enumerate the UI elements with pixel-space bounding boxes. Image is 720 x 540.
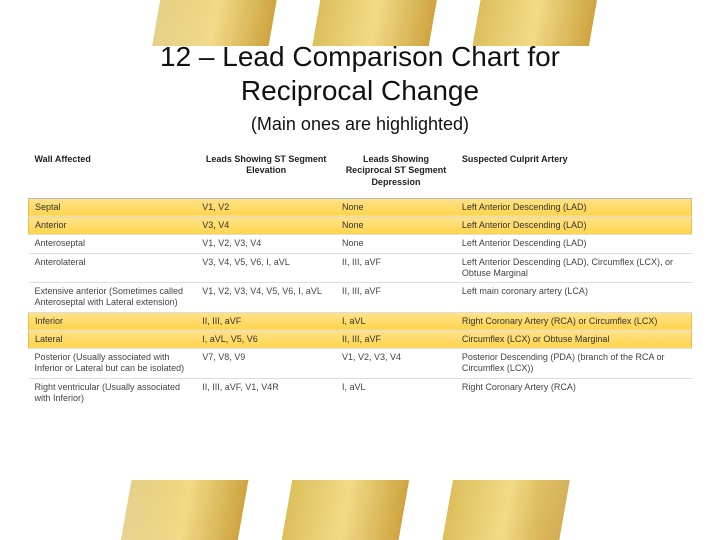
table-row: InferiorII, III, aVFI, aVLRight Coronary… [29, 312, 692, 330]
cell-artery: Circumflex (LCX) or Obtuse Marginal [456, 330, 692, 348]
page-subtitle: (Main ones are highlighted) [0, 114, 720, 135]
title-line-1: 12 – Lead Comparison Chart for [160, 41, 560, 72]
table-row: Posterior (Usually associated with Infer… [29, 349, 692, 379]
table-row: AnterolateralV3, V4, V5, V6, I, aVLII, I… [29, 253, 692, 283]
cell-elevation: V7, V8, V9 [196, 349, 336, 379]
cell-depression: None [336, 198, 456, 216]
slide: 12 – Lead Comparison Chart for Reciproca… [0, 0, 720, 540]
cell-wall: Anterolateral [29, 253, 197, 283]
cell-wall: Posterior (Usually associated with Infer… [29, 349, 197, 379]
cell-elevation: V1, V2, V3, V4, V5, V6, I, aVL [196, 283, 336, 313]
cell-artery: Left Anterior Descending (LAD) [456, 235, 692, 253]
cell-wall: Extensive anterior (Sometimes called Ant… [29, 283, 197, 313]
cell-elevation: I, aVL, V5, V6 [196, 330, 336, 348]
cell-wall: Inferior [29, 312, 197, 330]
col-st-elevation: Leads Showing ST Segment Elevation [196, 150, 336, 198]
cell-elevation: II, III, aVF, V1, V4R [196, 378, 336, 407]
cell-depression: II, III, aVF [336, 330, 456, 348]
table-body: SeptalV1, V2NoneLeft Anterior Descending… [29, 198, 692, 407]
col-wall-affected: Wall Affected [29, 150, 197, 198]
cell-depression: V1, V2, V3, V4 [336, 349, 456, 379]
table-row: AnteroseptalV1, V2, V3, V4NoneLeft Anter… [29, 235, 692, 253]
cell-depression: None [336, 235, 456, 253]
cell-elevation: V3, V4 [196, 217, 336, 235]
table-row: Extensive anterior (Sometimes called Ant… [29, 283, 692, 313]
decorative-band-bottom-fade [0, 480, 720, 540]
cell-depression: II, III, aVF [336, 253, 456, 283]
table-row: SeptalV1, V2NoneLeft Anterior Descending… [29, 198, 692, 216]
table-row: LateralI, aVL, V5, V6II, III, aVFCircumf… [29, 330, 692, 348]
comparison-table-wrap: Wall Affected Leads Showing ST Segment E… [28, 150, 692, 407]
cell-artery: Left main coronary artery (LCA) [456, 283, 692, 313]
col-culprit-artery: Suspected Culprit Artery [456, 150, 692, 198]
table-header-row: Wall Affected Leads Showing ST Segment E… [29, 150, 692, 198]
cell-depression: I, aVL [336, 378, 456, 407]
cell-wall: Septal [29, 198, 197, 216]
cell-artery: Left Anterior Descending (LAD) [456, 217, 692, 235]
col-st-depression: Leads Showing Reciprocal ST Segment Depr… [336, 150, 456, 198]
cell-artery: Right Coronary Artery (RCA) or Circumfle… [456, 312, 692, 330]
cell-wall: Anterior [29, 217, 197, 235]
table-row: Right ventricular (Usually associated wi… [29, 378, 692, 407]
cell-wall: Lateral [29, 330, 197, 348]
cell-artery: Left Anterior Descending (LAD), Circumfl… [456, 253, 692, 283]
table-row: AnteriorV3, V4NoneLeft Anterior Descendi… [29, 217, 692, 235]
cell-wall: Right ventricular (Usually associated wi… [29, 378, 197, 407]
cell-elevation: V1, V2 [196, 198, 336, 216]
cell-elevation: V1, V2, V3, V4 [196, 235, 336, 253]
page-title: 12 – Lead Comparison Chart for Reciproca… [0, 40, 720, 107]
cell-depression: II, III, aVF [336, 283, 456, 313]
title-line-2: Reciprocal Change [241, 75, 479, 106]
cell-wall: Anteroseptal [29, 235, 197, 253]
comparison-table: Wall Affected Leads Showing ST Segment E… [28, 150, 692, 407]
cell-elevation: V3, V4, V5, V6, I, aVL [196, 253, 336, 283]
cell-elevation: II, III, aVF [196, 312, 336, 330]
cell-depression: None [336, 217, 456, 235]
cell-artery: Posterior Descending (PDA) (branch of th… [456, 349, 692, 379]
cell-artery: Left Anterior Descending (LAD) [456, 198, 692, 216]
cell-artery: Right Coronary Artery (RCA) [456, 378, 692, 407]
cell-depression: I, aVL [336, 312, 456, 330]
